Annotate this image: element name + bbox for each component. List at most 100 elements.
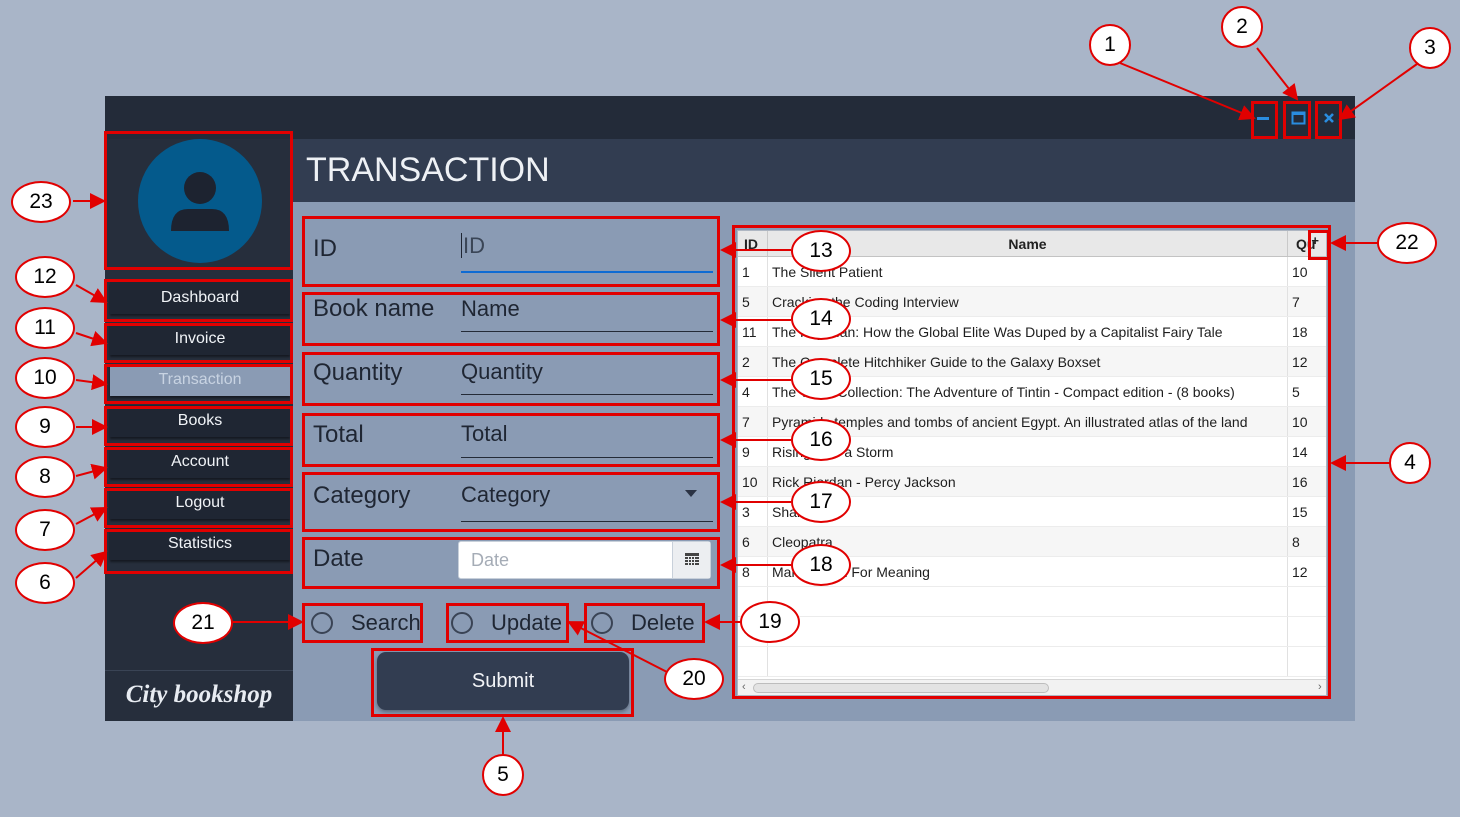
- annotation-marker: 6: [15, 562, 75, 604]
- user-avatar: [138, 139, 262, 263]
- title-bar: [105, 96, 1355, 139]
- annotation-marker: 9: [15, 406, 75, 448]
- category-placeholder: Category: [461, 482, 551, 507]
- scroll-left-icon[interactable]: ‹: [742, 681, 746, 693]
- sidebar-item-statistics[interactable]: Statistics: [110, 528, 290, 560]
- annotation-marker: 2: [1221, 6, 1263, 48]
- annotation-marker: 4: [1389, 442, 1431, 484]
- annotation-marker: 14: [791, 298, 851, 340]
- page-header: TRANSACTION: [293, 139, 1355, 202]
- total-input[interactable]: Total: [461, 421, 713, 458]
- sidebar-item-books[interactable]: Books: [110, 405, 290, 437]
- app-window: Dashboard Invoice Transaction Books Acco…: [105, 96, 1355, 721]
- book-name-field-group: Book name Name: [305, 294, 719, 344]
- radio-label: Delete: [631, 610, 695, 635]
- category-field-group: Category Category: [305, 476, 719, 532]
- id-label: ID: [313, 235, 337, 262]
- annotation-marker: 19: [740, 601, 800, 643]
- sidebar-item-dashboard[interactable]: Dashboard: [110, 282, 290, 314]
- cell-id: 10: [738, 467, 768, 496]
- scrollbar-thumb[interactable]: [753, 683, 1049, 693]
- calendar-icon: [684, 553, 699, 565]
- date-field-group: Date Date: [305, 538, 719, 588]
- annotation-marker: 16: [791, 419, 851, 461]
- category-label: Category: [313, 482, 411, 509]
- cell-quantity: 16: [1288, 467, 1326, 496]
- sidebar-item-account[interactable]: Account: [110, 446, 290, 478]
- date-label: Date: [313, 545, 364, 572]
- annotation-marker: 5: [482, 754, 524, 796]
- annotation-marker: 20: [664, 658, 724, 700]
- close-button[interactable]: [1319, 108, 1339, 128]
- maximize-button[interactable]: [1288, 108, 1308, 128]
- cell-id: 11: [738, 317, 768, 346]
- cell-id: 6: [738, 527, 768, 556]
- cell-id: 4: [738, 377, 768, 406]
- close-icon: [1324, 113, 1334, 123]
- quantity-input[interactable]: Quantity: [461, 359, 713, 395]
- sidebar-item-label: Account: [171, 453, 229, 470]
- sidebar-item-label: Transaction: [158, 371, 242, 388]
- sidebar-item-label: Invoice: [174, 330, 226, 347]
- sidebar-item-transaction[interactable]: Transaction: [110, 364, 290, 396]
- page-title: TRANSACTION: [306, 151, 550, 189]
- quantity-field-group: Quantity Quantity: [305, 354, 719, 404]
- radio-update[interactable]: Update: [451, 608, 562, 638]
- annotation-marker: 7: [15, 509, 75, 551]
- radio-search[interactable]: Search: [311, 608, 421, 638]
- horizontal-scrollbar[interactable]: ‹ ›: [738, 679, 1326, 695]
- book-name-input[interactable]: Name: [461, 296, 713, 332]
- sidebar-item-label: Dashboard: [160, 289, 240, 306]
- cell-quantity: 18: [1288, 317, 1326, 346]
- radio-circle-icon: [451, 612, 473, 634]
- cell-quantity: 14: [1288, 437, 1326, 466]
- cell-id: 2: [738, 347, 768, 376]
- quantity-placeholder: Quantity: [461, 359, 543, 384]
- book-name-label: Book name: [313, 295, 435, 322]
- sidebar-item-label: Statistics: [167, 535, 232, 552]
- cell-quantity: 10: [1288, 257, 1326, 286]
- date-input[interactable]: Date: [458, 541, 711, 579]
- total-field-group: Total Total: [305, 416, 719, 466]
- cell-name: Cleopatra: [768, 527, 1288, 556]
- cell-quantity: 10: [1288, 407, 1326, 436]
- brand-logo: City bookshop: [125, 681, 273, 708]
- annotation-marker: 18: [791, 544, 851, 586]
- table-row-empty: [738, 617, 1326, 647]
- minimize-button[interactable]: [1253, 108, 1273, 128]
- annotation-marker: 15: [791, 358, 851, 400]
- category-select[interactable]: Category: [461, 482, 713, 522]
- cell-quantity: 5: [1288, 377, 1326, 406]
- annotation-marker: 1: [1089, 24, 1131, 66]
- cell-quantity: 12: [1288, 557, 1326, 586]
- cell-id: 3: [738, 497, 768, 526]
- cell-id: 1: [738, 257, 768, 286]
- column-header-quantity[interactable]: Qu +: [1288, 231, 1326, 256]
- annotation-marker: 12: [15, 256, 75, 298]
- total-placeholder: Total: [461, 421, 508, 446]
- radio-circle-icon: [311, 612, 333, 634]
- table-row-empty: [738, 647, 1326, 677]
- column-header-id[interactable]: ID: [738, 231, 768, 256]
- sidebar-item-label: Logout: [175, 494, 225, 511]
- cell-id: 5: [738, 287, 768, 316]
- chevron-down-icon: [685, 490, 697, 497]
- cell-id: 8: [738, 557, 768, 586]
- date-picker-button[interactable]: [672, 542, 710, 578]
- scroll-right-icon[interactable]: ›: [1318, 681, 1322, 693]
- radio-delete[interactable]: Delete: [591, 608, 695, 638]
- sidebar-item-logout[interactable]: Logout: [110, 487, 290, 519]
- annotation-marker: 17: [791, 481, 851, 523]
- radio-circle-icon: [591, 612, 613, 634]
- cell-quantity: 12: [1288, 347, 1326, 376]
- column-menu-plus-icon[interactable]: +: [1311, 233, 1319, 248]
- annotation-marker: 21: [173, 602, 233, 644]
- annotation-marker: 23: [11, 181, 71, 223]
- divider: [105, 670, 293, 671]
- submit-button[interactable]: Submit: [377, 652, 629, 710]
- annotation-marker: 22: [1377, 222, 1437, 264]
- id-input[interactable]: ID: [461, 233, 713, 273]
- book-name-placeholder: Name: [461, 296, 520, 321]
- sidebar-item-invoice[interactable]: Invoice: [110, 323, 290, 355]
- id-field-group: ID ID: [305, 221, 719, 283]
